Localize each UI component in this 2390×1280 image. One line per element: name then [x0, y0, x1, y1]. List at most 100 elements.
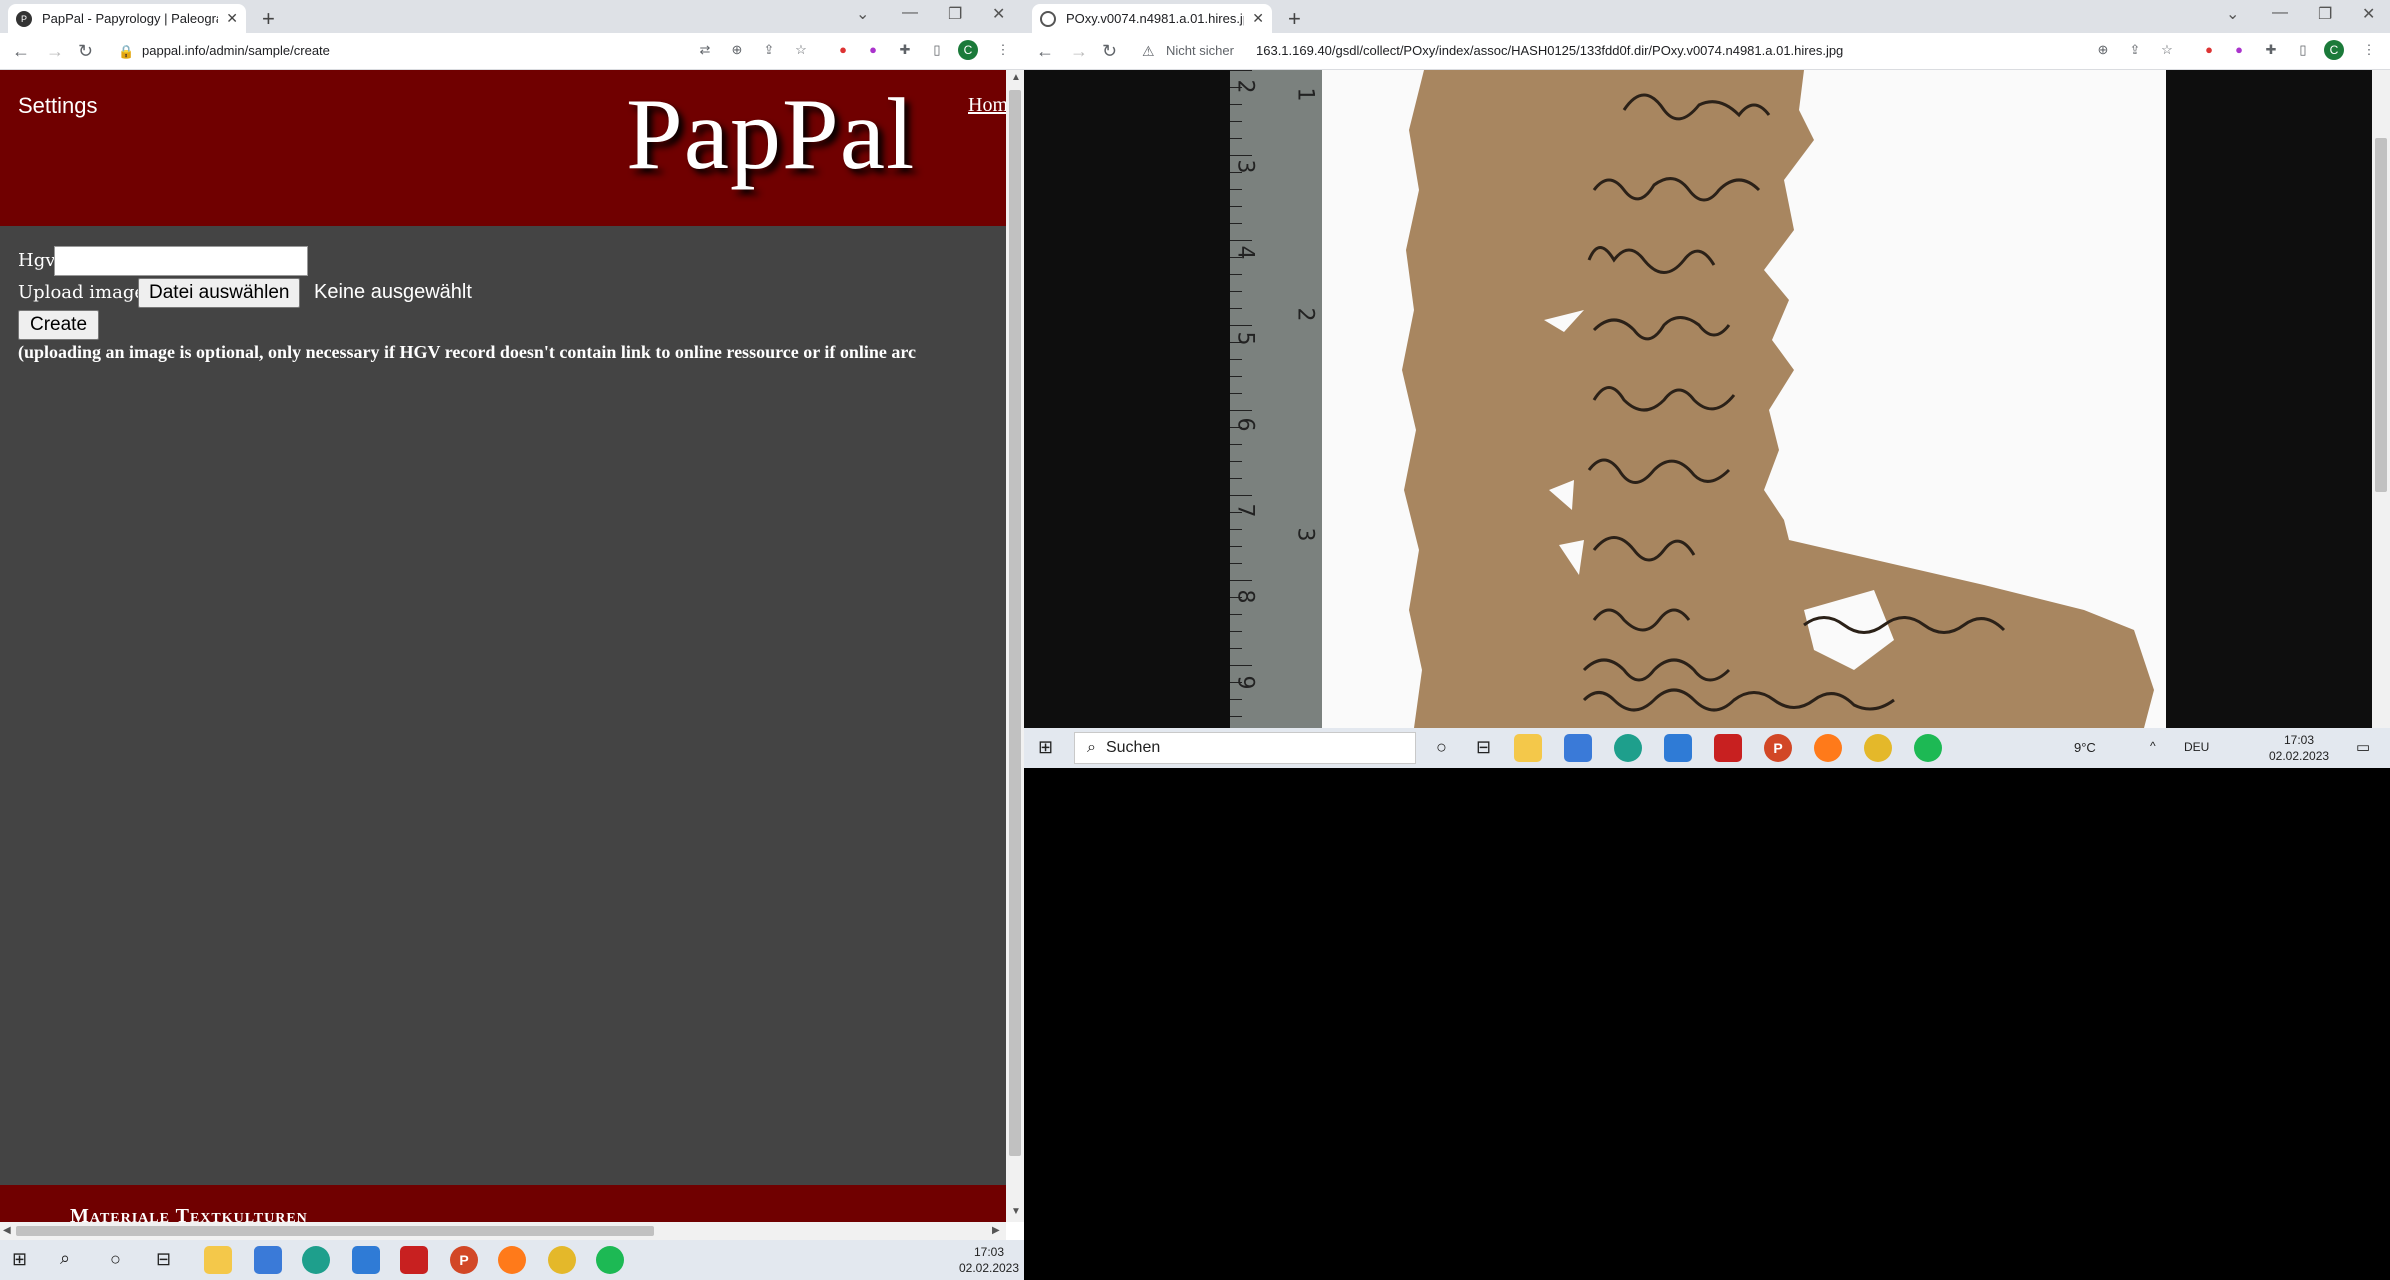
share-icon[interactable]: ⇪: [2126, 41, 2144, 59]
security-label[interactable]: Nicht sicher: [1166, 43, 1234, 58]
task-view-icon[interactable]: ⊟: [156, 1249, 171, 1270]
scroll-down-icon[interactable]: ▼: [1011, 1206, 1021, 1217]
vertical-scrollbar[interactable]: [2372, 70, 2390, 728]
toolbar: ← → ↻ 🔒 pappal.info/admin/sample/create …: [0, 33, 1024, 70]
tab-pappal[interactable]: P PapPal - Papyrology | Paleograph ✕: [8, 4, 246, 33]
vertical-scrollbar[interactable]: ▲ ▼: [1006, 70, 1024, 1222]
hgv-label: Hgv: [18, 250, 56, 271]
restore-icon[interactable]: ❐: [2318, 4, 2332, 24]
new-tab-icon[interactable]: +: [262, 6, 275, 32]
windows-start-icon[interactable]: ⊞: [12, 1249, 27, 1270]
menu-icon[interactable]: ⋮: [2360, 41, 2378, 59]
lock-icon[interactable]: 🔒: [118, 44, 134, 60]
extension-icon[interactable]: ●: [834, 41, 852, 59]
close-window-icon[interactable]: ✕: [2362, 4, 2375, 24]
share-icon[interactable]: ⇪: [760, 41, 778, 59]
vertical-scroll-thumb[interactable]: [2375, 138, 2387, 492]
zoom-icon[interactable]: ⊕: [728, 41, 746, 59]
scroll-right-icon[interactable]: ▶: [992, 1225, 1000, 1236]
firefox-icon[interactable]: [498, 1246, 526, 1274]
minimize-icon[interactable]: —: [2272, 4, 2288, 22]
menu-icon[interactable]: ⋮: [994, 41, 1012, 59]
home-link[interactable]: Hom: [968, 94, 1006, 117]
translate-icon[interactable]: ⇄: [696, 41, 714, 59]
language-indicator[interactable]: DEU: [2184, 740, 2209, 754]
edge-icon[interactable]: [302, 1246, 330, 1274]
windows-start-icon[interactable]: ⊞: [1038, 737, 1053, 758]
store-icon[interactable]: [254, 1246, 282, 1274]
acrobat-icon[interactable]: [400, 1246, 428, 1274]
forward-icon[interactable]: →: [1070, 41, 1088, 62]
bookmark-star-icon[interactable]: ☆: [792, 41, 810, 59]
restore-icon[interactable]: ❐: [948, 4, 962, 24]
new-tab-icon[interactable]: +: [1288, 6, 1301, 32]
extension-icon[interactable]: ●: [2200, 41, 2218, 59]
close-tab-icon[interactable]: ✕: [1252, 10, 1264, 27]
bookmark-star-icon[interactable]: ☆: [2158, 41, 2176, 59]
powerpoint-icon[interactable]: P: [450, 1246, 478, 1274]
vertical-scroll-thumb[interactable]: [1009, 90, 1021, 1156]
back-icon[interactable]: ←: [1036, 41, 1054, 62]
profile-avatar[interactable]: C: [958, 40, 978, 60]
clock-time: 17:03: [973, 1245, 1005, 1259]
scroll-left-icon[interactable]: ◀: [3, 1225, 11, 1236]
extension-icon[interactable]: ●: [864, 41, 882, 59]
spotify-icon[interactable]: [596, 1246, 624, 1274]
close-tab-icon[interactable]: ✕: [226, 10, 238, 27]
zoom-icon[interactable]: ⊕: [2094, 41, 2112, 59]
mail-icon[interactable]: [352, 1246, 380, 1274]
chrome-icon[interactable]: [548, 1246, 576, 1274]
settings-link[interactable]: Settings: [18, 93, 98, 119]
weather-temp[interactable]: 9°C: [2074, 740, 2096, 755]
cortana-icon[interactable]: ○: [1436, 737, 1447, 758]
search-icon[interactable]: ⌕: [60, 1248, 70, 1269]
tab-search-icon[interactable]: ⌄: [2226, 4, 2239, 24]
spotify-icon[interactable]: [1914, 734, 1942, 762]
cortana-icon[interactable]: ○: [110, 1249, 121, 1270]
taskbar-clock[interactable]: 17:03 02.02.2023: [2269, 732, 2329, 764]
tray-chevron-icon[interactable]: ^: [2150, 739, 2156, 753]
firefox-icon[interactable]: [1814, 734, 1842, 762]
minimize-icon[interactable]: —: [902, 4, 918, 22]
sidepanel-icon[interactable]: ▯: [2294, 41, 2312, 59]
taskbar-search-box[interactable]: ⌕ Suchen: [1074, 732, 1416, 764]
warning-icon[interactable]: ⚠: [1142, 43, 1155, 60]
forward-icon[interactable]: →: [46, 41, 64, 62]
reload-icon[interactable]: ↻: [1102, 41, 1117, 62]
horizontal-scrollbar[interactable]: ◀ ▶: [0, 1222, 1006, 1240]
scroll-up-icon[interactable]: ▲: [1011, 72, 1021, 83]
extension-icon[interactable]: ●: [2230, 41, 2248, 59]
address-bar[interactable]: 163.1.169.40/gsdl/collect/POxy/index/ass…: [1256, 43, 1843, 58]
sidepanel-icon[interactable]: ▯: [928, 41, 946, 59]
tab-poxy-image[interactable]: POxy.v0074.n4981.a.01.hires.jpg ✕: [1032, 4, 1272, 33]
pappal-favicon-icon: P: [16, 10, 32, 27]
edge-icon[interactable]: [1614, 734, 1642, 762]
tab-title: PapPal - Papyrology | Paleograph: [42, 11, 219, 26]
chrome-icon[interactable]: [1864, 734, 1892, 762]
create-button[interactable]: Create: [18, 310, 100, 340]
task-view-icon[interactable]: ⊟: [1476, 737, 1491, 758]
search-icon: ⌕: [1087, 739, 1096, 756]
file-explorer-icon[interactable]: [1514, 734, 1542, 762]
no-file-selected-text: Keine ausgewählt: [314, 281, 472, 303]
acrobat-icon[interactable]: [1714, 734, 1742, 762]
taskbar-clock[interactable]: 17:03 02.02.2023: [958, 1244, 1020, 1276]
address-bar[interactable]: pappal.info/admin/sample/create: [142, 43, 330, 58]
hgv-input[interactable]: [54, 246, 308, 276]
close-window-icon[interactable]: ✕: [992, 4, 1005, 24]
tab-search-icon[interactable]: ⌄: [856, 4, 869, 24]
horizontal-scroll-thumb[interactable]: [16, 1226, 654, 1236]
extensions-puzzle-icon[interactable]: ✚: [2262, 41, 2280, 59]
extensions-puzzle-icon[interactable]: ✚: [896, 41, 914, 59]
profile-avatar[interactable]: C: [2324, 40, 2344, 60]
choose-file-button[interactable]: Datei auswählen: [138, 278, 301, 308]
reload-icon[interactable]: ↻: [78, 41, 93, 62]
mail-icon[interactable]: [1664, 734, 1692, 762]
notification-icon[interactable]: ▭: [2356, 738, 2370, 756]
globe-icon: [1040, 10, 1056, 27]
powerpoint-icon[interactable]: P: [1764, 734, 1792, 762]
file-explorer-icon[interactable]: [204, 1246, 232, 1274]
tab-strip: POxy.v0074.n4981.a.01.hires.jpg ✕ + ⌄ — …: [1024, 0, 2390, 33]
store-icon[interactable]: [1564, 734, 1592, 762]
back-icon[interactable]: ←: [12, 41, 30, 62]
